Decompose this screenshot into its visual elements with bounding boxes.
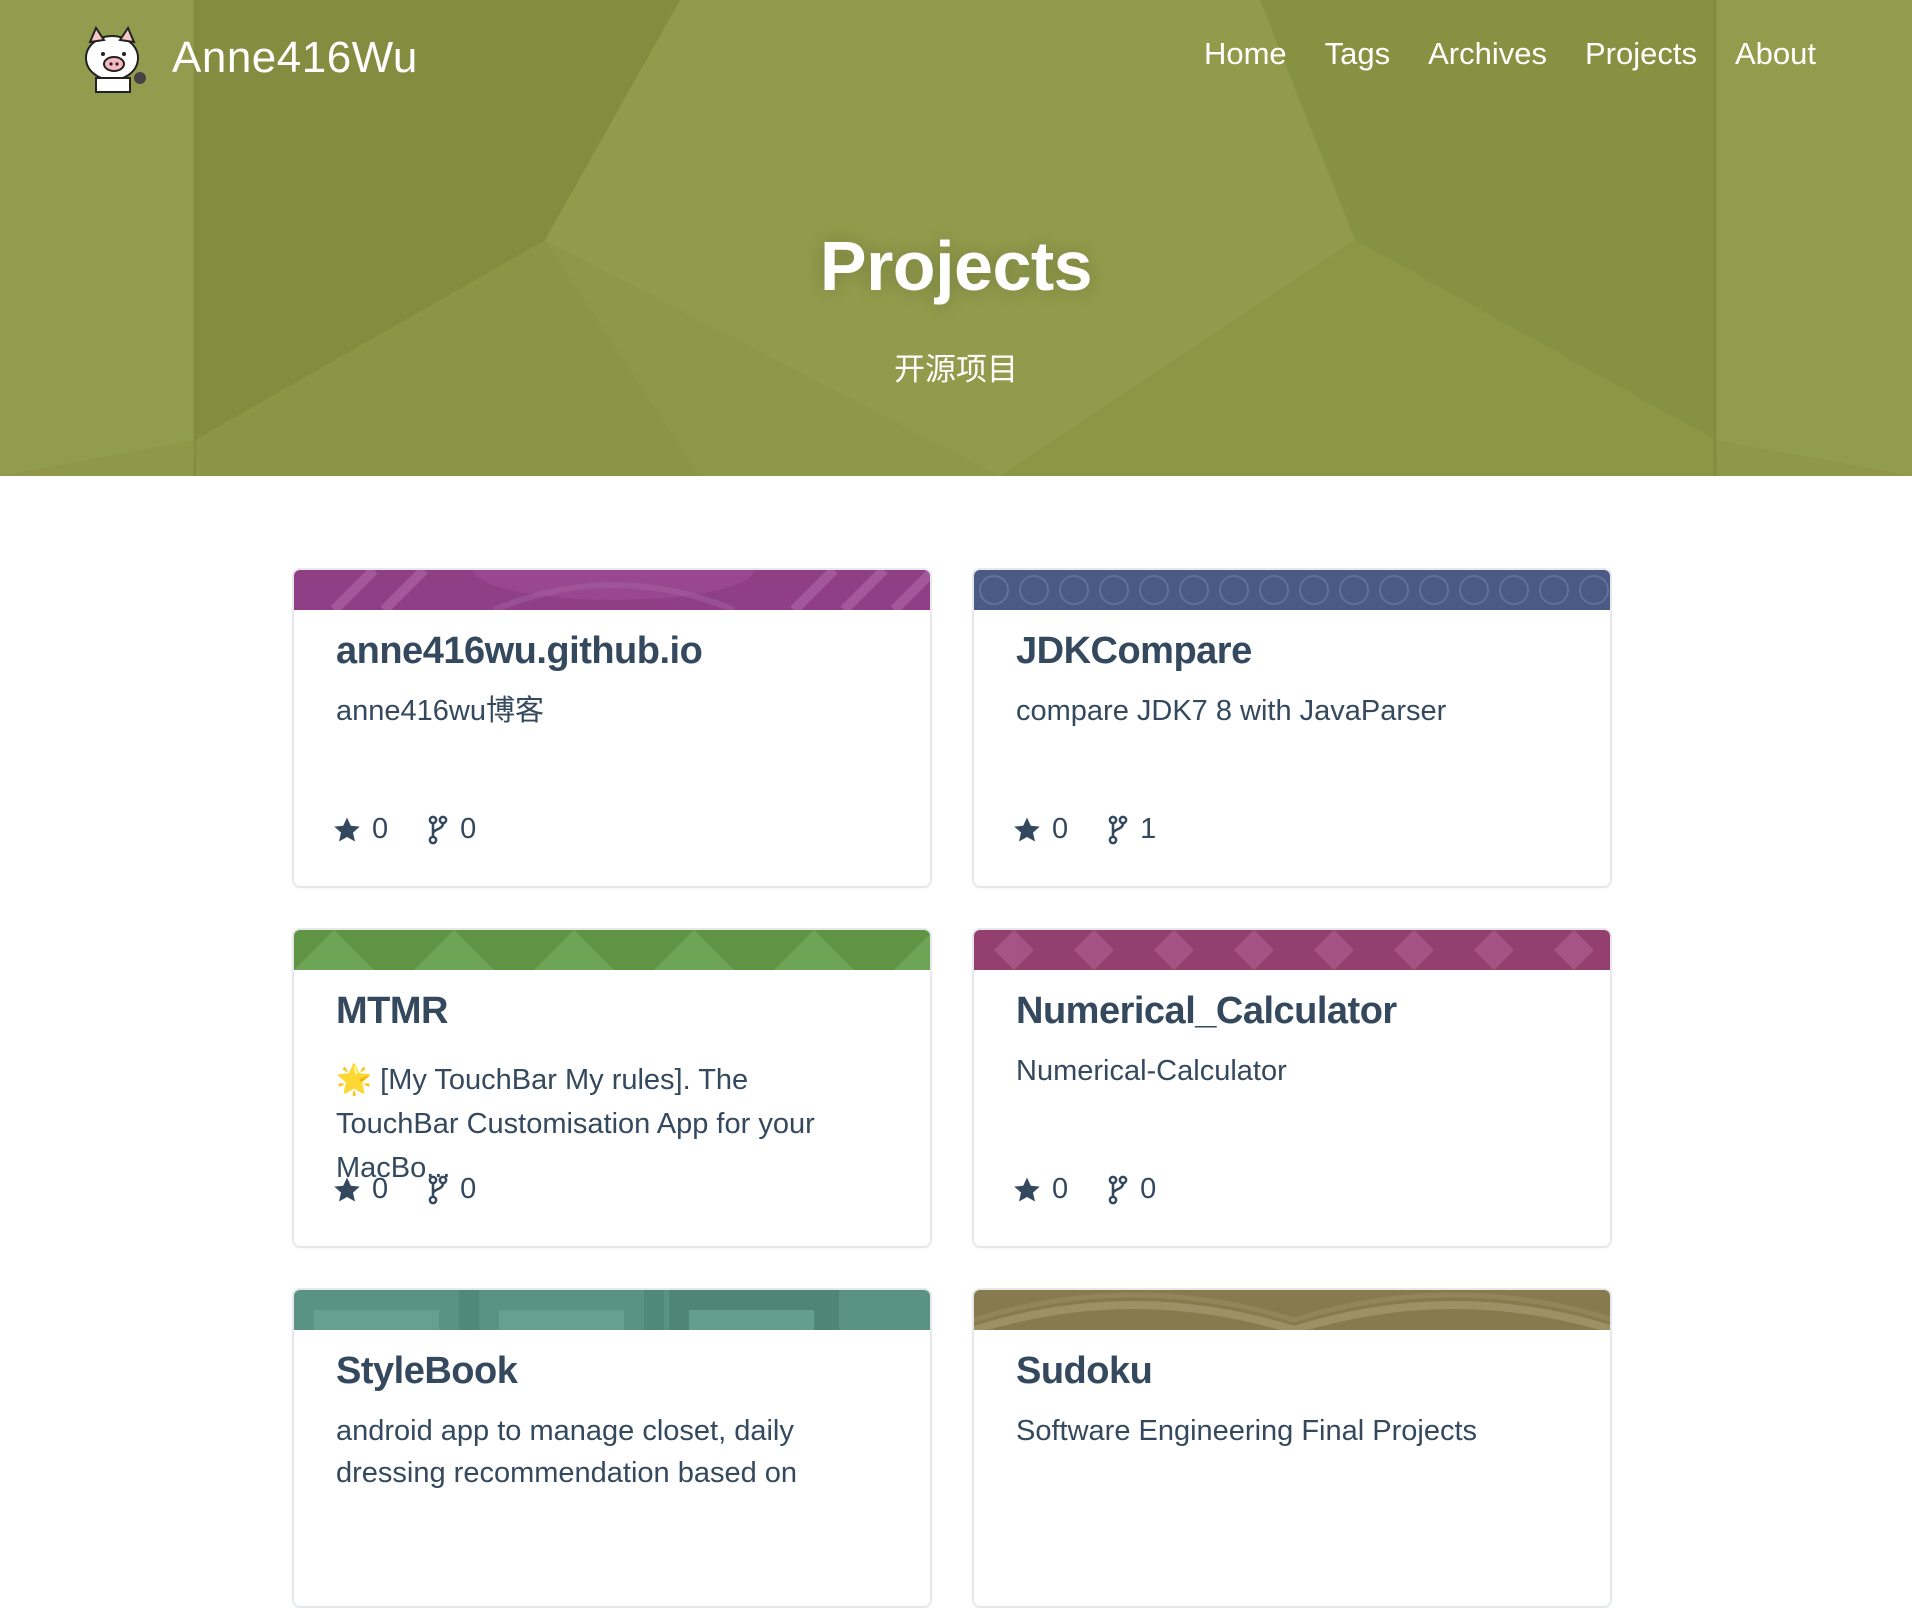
project-card-stylebook[interactable]: StyleBook android app to manage closet, … bbox=[292, 1288, 932, 1608]
project-description: 🌟 [My TouchBar My rules]. The TouchBar C… bbox=[336, 1064, 815, 1184]
nav-tags[interactable]: Tags bbox=[1325, 36, 1390, 72]
star-icon bbox=[1014, 1177, 1040, 1201]
fork-icon bbox=[428, 1175, 448, 1204]
project-stats: 0 1 bbox=[1012, 813, 1156, 846]
card-banner bbox=[974, 570, 1610, 610]
star-count-value: 0 bbox=[1052, 1173, 1069, 1205]
main-nav: Home Tags Archives Projects About bbox=[1204, 36, 1816, 72]
project-stats: 0 0 bbox=[332, 1173, 476, 1206]
fork-icon bbox=[428, 815, 448, 844]
nav-about[interactable]: About bbox=[1735, 36, 1816, 72]
site-name: Anne416Wu bbox=[172, 33, 418, 82]
star-count[interactable]: 0 bbox=[1012, 813, 1068, 846]
card-banner bbox=[974, 1290, 1610, 1330]
fork-count-value: 0 bbox=[1140, 1173, 1157, 1205]
star-count[interactable]: 0 bbox=[332, 813, 388, 846]
project-name[interactable]: Sudoku bbox=[1016, 1350, 1153, 1393]
nav-archives[interactable]: Archives bbox=[1428, 36, 1547, 72]
star-icon bbox=[334, 1177, 360, 1201]
star-icon bbox=[1014, 817, 1040, 841]
project-name[interactable]: Numerical_Calculator bbox=[1016, 990, 1397, 1033]
project-description: compare JDK7 8 with JavaParser bbox=[1016, 695, 1447, 727]
project-name[interactable]: MTMR bbox=[336, 990, 448, 1033]
star-icon bbox=[334, 817, 360, 841]
project-stats: 0 0 bbox=[1012, 1173, 1156, 1206]
star-count-value: 0 bbox=[372, 813, 389, 845]
star-count[interactable]: 0 bbox=[1012, 1173, 1068, 1206]
project-stats: 0 0 bbox=[332, 813, 476, 846]
card-banner bbox=[294, 570, 930, 610]
project-card-anne416wu-github-io[interactable]: anne416wu.github.io anne416wu博客 0 0 bbox=[292, 568, 932, 888]
fork-icon bbox=[1108, 815, 1128, 844]
fork-count[interactable]: 1 bbox=[1106, 813, 1156, 846]
project-description: anne416wu博客 bbox=[336, 695, 544, 727]
fork-count-value: 0 bbox=[460, 1173, 477, 1205]
project-name[interactable]: StyleBook bbox=[336, 1350, 518, 1393]
nav-home[interactable]: Home bbox=[1204, 36, 1287, 72]
project-description: Software Engineering Final Projects bbox=[1016, 1415, 1478, 1447]
fork-count[interactable]: 0 bbox=[1106, 1173, 1156, 1206]
project-name[interactable]: anne416wu.github.io bbox=[336, 630, 703, 673]
site-brand[interactable]: Anne416Wu bbox=[76, 22, 418, 94]
card-banner bbox=[974, 930, 1610, 970]
fork-count-value: 0 bbox=[460, 813, 477, 845]
project-card-numerical-calculator[interactable]: Numerical_Calculator Numerical-Calculato… bbox=[972, 928, 1612, 1248]
fork-count[interactable]: 0 bbox=[426, 1173, 476, 1206]
project-card-jdkcompare[interactable]: JDKCompare compare JDK7 8 with JavaParse… bbox=[972, 568, 1612, 888]
fork-count[interactable]: 0 bbox=[426, 813, 476, 846]
star-count-value: 0 bbox=[372, 1173, 389, 1205]
fork-count-value: 1 bbox=[1140, 813, 1157, 845]
page-title: Projects bbox=[819, 227, 1093, 305]
project-card-sudoku[interactable]: Sudoku Software Engineering Final Projec… bbox=[972, 1288, 1612, 1608]
hero-banner: Anne416Wu Home Tags Archives Projects Ab… bbox=[0, 0, 1912, 476]
card-banner bbox=[294, 930, 930, 970]
star-count-value: 0 bbox=[1052, 813, 1069, 845]
page-subtitle: 开源项目 bbox=[894, 352, 1018, 387]
card-banner bbox=[294, 1290, 930, 1330]
project-name[interactable]: JDKCompare bbox=[1016, 630, 1252, 673]
pig-logo-icon bbox=[85, 25, 146, 93]
project-description: Numerical-Calculator bbox=[1016, 1055, 1287, 1087]
star-count[interactable]: 0 bbox=[332, 1173, 388, 1206]
fork-icon bbox=[1108, 1175, 1128, 1204]
nav-projects[interactable]: Projects bbox=[1585, 36, 1697, 72]
project-description: android app to manage closet, daily dres… bbox=[336, 1415, 798, 1489]
project-card-mtmr[interactable]: MTMR 🌟 [My TouchBar My rules]. The Touch… bbox=[292, 928, 932, 1248]
